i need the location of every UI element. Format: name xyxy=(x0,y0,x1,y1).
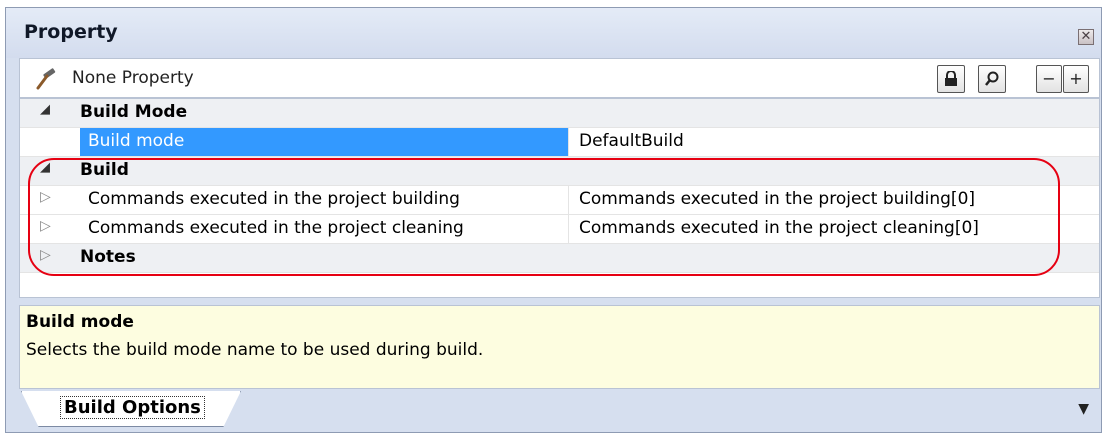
property-grid: ◢ Build Mode Build mode DefaultBuild ◢ B… xyxy=(19,98,1100,298)
property-value[interactable]: Commands executed in the project buildin… xyxy=(568,186,1088,214)
hammer-icon xyxy=(36,68,56,90)
panel-titlebar: Property ✕ xyxy=(6,8,1101,58)
close-icon[interactable]: ✕ xyxy=(1078,29,1094,45)
property-value[interactable]: DefaultBuild xyxy=(568,128,1088,156)
collapse-triangle-icon[interactable]: ◢ xyxy=(40,102,50,117)
search-icon xyxy=(985,71,999,86)
expand-triangle-icon[interactable]: ▷ xyxy=(40,247,51,263)
category-label: Build xyxy=(80,160,129,180)
category-row-notes[interactable]: ▷ Notes xyxy=(20,244,1099,273)
property-name[interactable]: Build mode xyxy=(80,128,568,156)
panel-title: Property xyxy=(24,21,118,43)
property-panel: Property ✕ None Property − + ◢ Build Mod… xyxy=(5,7,1102,433)
property-description: Build mode Selects the build mode name t… xyxy=(19,305,1100,389)
collapse-triangle-icon[interactable]: ◢ xyxy=(40,160,50,175)
property-value[interactable]: Commands executed in the project cleanin… xyxy=(568,215,1088,243)
collapse-all-button[interactable]: − xyxy=(1036,65,1062,93)
category-row-build[interactable]: ◢ Build xyxy=(20,157,1099,186)
description-text: Selects the build mode name to be used d… xyxy=(26,340,484,360)
lock-button[interactable] xyxy=(937,65,965,93)
property-row-clean-commands[interactable]: ▷ Commands executed in the project clean… xyxy=(20,215,1099,244)
lock-icon xyxy=(945,70,957,86)
expand-all-button[interactable]: + xyxy=(1063,65,1089,93)
property-toolbar: None Property − + xyxy=(19,58,1100,98)
expand-triangle-icon[interactable]: ▷ xyxy=(40,189,51,205)
property-name[interactable]: Commands executed in the project cleanin… xyxy=(80,215,568,243)
category-label: Notes xyxy=(80,247,136,267)
search-button[interactable] xyxy=(978,65,1006,93)
property-row-build-commands[interactable]: ▷ Commands executed in the project build… xyxy=(20,186,1099,215)
tab-bar: Build Options ▼ xyxy=(6,391,1101,433)
category-row-build-mode[interactable]: ◢ Build Mode xyxy=(20,99,1099,128)
tab-build-options[interactable]: Build Options xyxy=(21,391,241,427)
tab-menu-dropdown-icon[interactable]: ▼ xyxy=(1078,401,1089,417)
description-title: Build mode xyxy=(26,312,134,332)
property-name[interactable]: Commands executed in the project buildin… xyxy=(80,186,568,214)
property-row-build-mode[interactable]: Build mode DefaultBuild xyxy=(20,128,1099,157)
category-label: Build Mode xyxy=(80,102,188,122)
expand-triangle-icon[interactable]: ▷ xyxy=(40,218,51,234)
property-target-label: None Property xyxy=(72,68,194,88)
tab-label: Build Options xyxy=(60,396,205,419)
